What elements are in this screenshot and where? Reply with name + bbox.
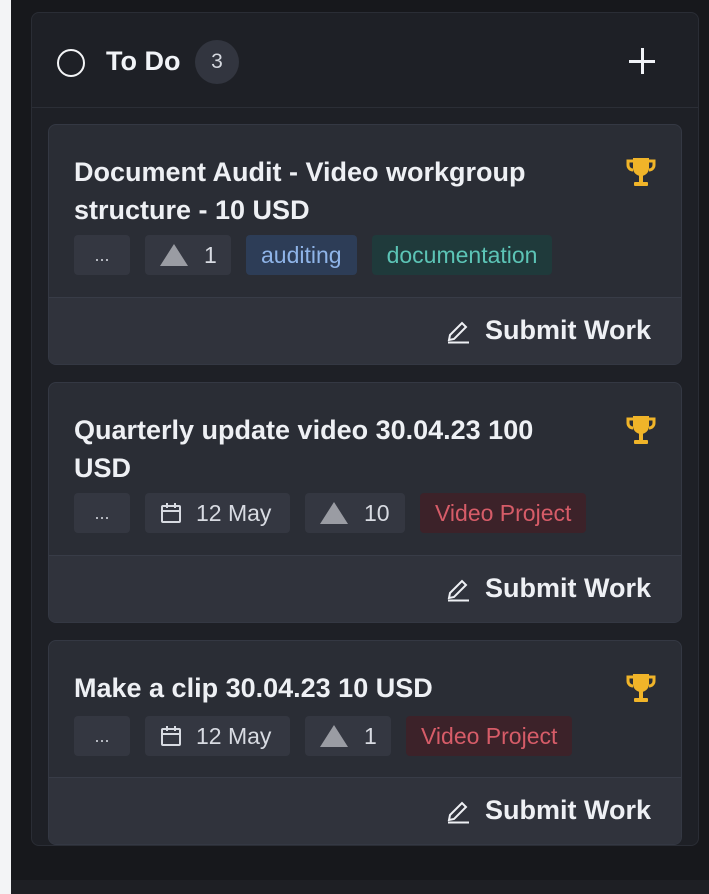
due-date-badge: 12 May (145, 716, 290, 756)
card-title: Make a clip 30.04.23 10 USD (74, 673, 433, 703)
task-card[interactable]: Make a clip 30.04.23 10 USD ... 12 May 1… (48, 640, 682, 845)
triangle-icon (320, 725, 348, 747)
points-badge: 1 (145, 235, 231, 275)
submit-work-button[interactable]: Submit Work (445, 573, 651, 604)
points-badge: 10 (305, 493, 405, 533)
due-date-badge: 12 May (145, 493, 290, 533)
submit-label: Submit Work (484, 573, 651, 603)
calendar-icon (161, 726, 181, 746)
card-title: Quarterly update video 30.04.23 100 USD (74, 415, 534, 483)
task-card[interactable]: Document Audit - Video workgroup structu… (48, 124, 682, 365)
calendar-icon (161, 503, 181, 523)
pencil-icon (447, 801, 469, 823)
submit-label: Submit Work (484, 795, 651, 825)
trophy-icon (626, 158, 656, 186)
more-button[interactable]: ... (74, 235, 130, 275)
bottom-bar (11, 880, 709, 894)
tag-video-project[interactable]: Video Project (406, 716, 573, 756)
count-badge: 3 (195, 40, 239, 84)
pencil-icon (447, 321, 469, 343)
left-edge (0, 0, 11, 894)
tag-auditing[interactable]: auditing (246, 235, 357, 275)
more-button[interactable]: ... (74, 493, 130, 533)
points-value: 10 (364, 499, 390, 526)
points-value: 1 (204, 241, 217, 268)
column-header: To Do 3 (32, 13, 698, 108)
submit-label: Submit Work (484, 315, 651, 345)
due-date: 12 May (196, 499, 272, 526)
points-badge: 1 (305, 716, 391, 756)
points-value: 1 (364, 722, 377, 749)
pencil-icon (447, 579, 469, 601)
circle-icon (57, 49, 85, 77)
more-button[interactable]: ... (74, 716, 130, 756)
triangle-icon (320, 502, 348, 524)
card-footer: Submit Work (49, 555, 681, 622)
card-footer: Submit Work (49, 777, 681, 844)
tag-video-project[interactable]: Video Project (420, 493, 587, 533)
column-title: To Do (106, 46, 181, 76)
tag-documentation[interactable]: documentation (371, 235, 553, 275)
card-footer: Submit Work (49, 297, 681, 364)
plus-icon[interactable] (624, 43, 660, 79)
trophy-icon (626, 674, 656, 702)
due-date: 12 May (196, 722, 272, 749)
triangle-icon (160, 244, 188, 266)
submit-work-button[interactable]: Submit Work (445, 795, 651, 826)
trophy-icon (626, 416, 656, 444)
card-title: Document Audit - Video workgroup structu… (74, 157, 526, 225)
submit-work-button[interactable]: Submit Work (445, 315, 651, 346)
task-card[interactable]: Quarterly update video 30.04.23 100 USD … (48, 382, 682, 623)
